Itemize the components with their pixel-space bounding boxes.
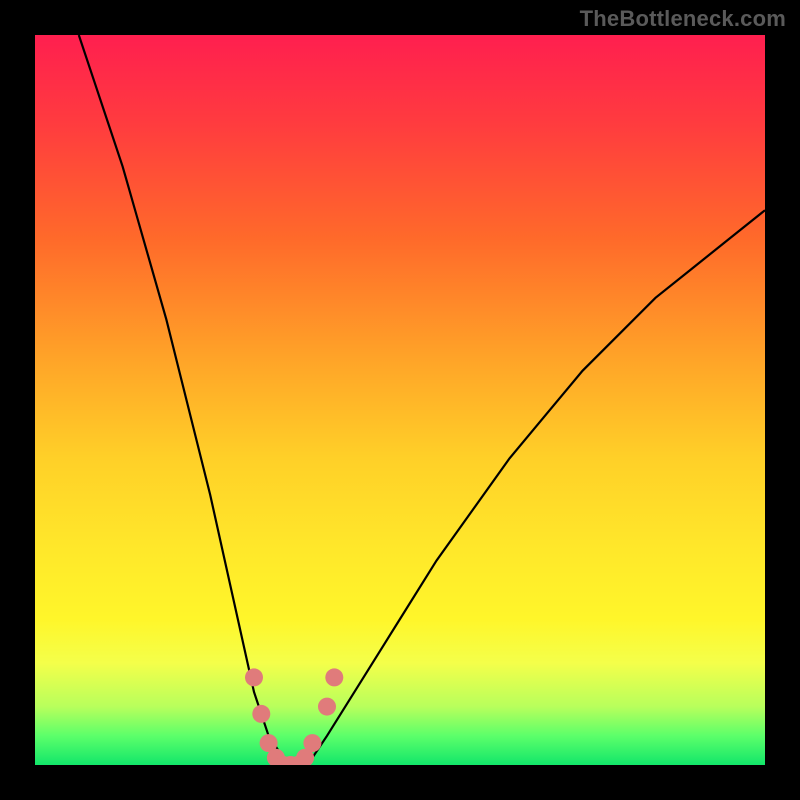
marker-dot <box>252 705 270 723</box>
marker-dot <box>325 668 343 686</box>
marker-dot <box>303 734 321 752</box>
watermark-text: TheBottleneck.com <box>580 6 786 32</box>
plot-area <box>35 35 765 765</box>
curve-layer <box>35 35 765 765</box>
marker-dot <box>245 668 263 686</box>
bottleneck-curve <box>79 35 765 765</box>
marker-dot <box>318 698 336 716</box>
chart-frame: TheBottleneck.com <box>0 0 800 800</box>
marker-group <box>245 668 343 765</box>
